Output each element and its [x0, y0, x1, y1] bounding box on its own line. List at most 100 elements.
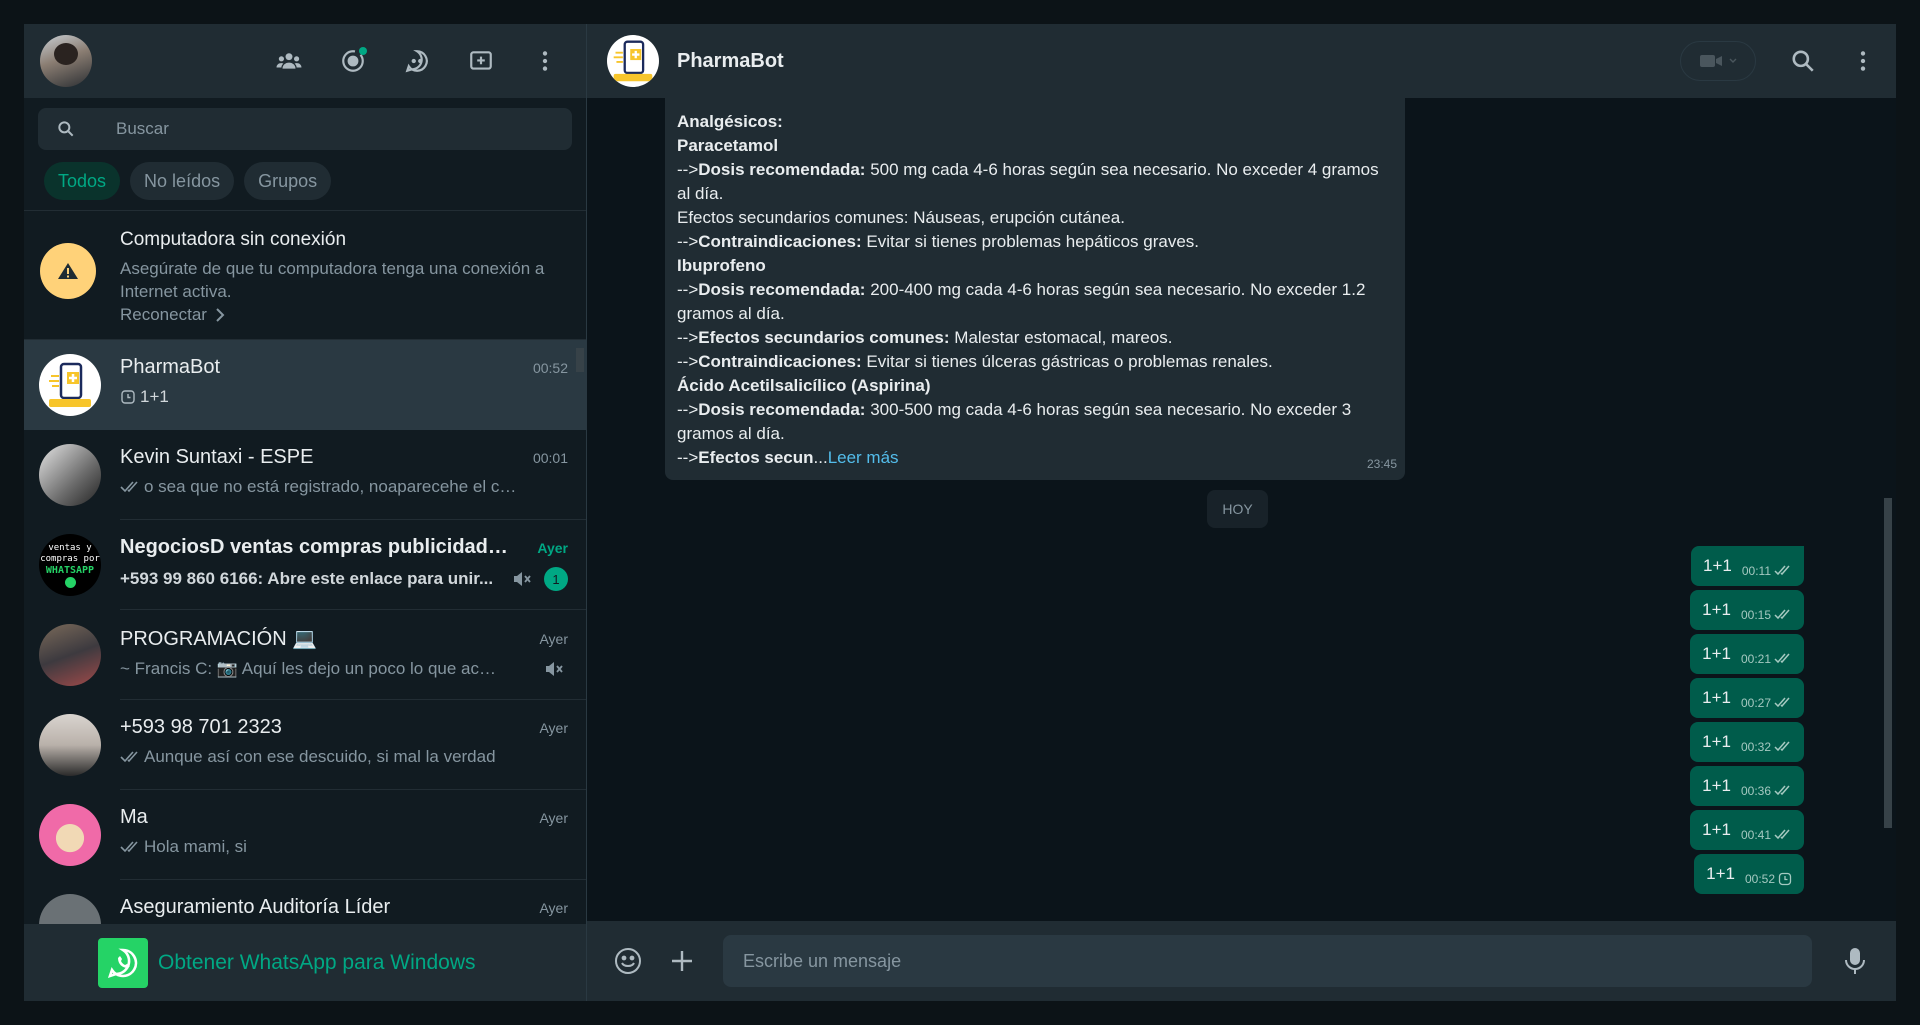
chat-name: NegociosD ventas compras publicidad ...: [120, 536, 510, 558]
chat-time: Ayer: [537, 539, 568, 556]
chat-item-pharmabot[interactable]: PharmaBot 00:52 1+1: [24, 340, 586, 430]
contact-avatar[interactable]: [607, 35, 659, 87]
chat-name: Kevin Suntaxi - ESPE: [120, 446, 314, 468]
outgoing-message[interactable]: 1+1 00:11: [1691, 546, 1804, 586]
clock-icon: [121, 390, 135, 404]
status-icon[interactable]: [340, 47, 367, 74]
reconnect-label: Reconectar: [120, 305, 207, 324]
whatsapp-icon: [64, 576, 76, 588]
message-text: 1+1: [1702, 644, 1731, 663]
message-text: 1+1: [1702, 688, 1731, 707]
search-box[interactable]: [38, 108, 572, 150]
microphone-icon[interactable]: [1838, 944, 1872, 978]
chat-preview: Hola mami, si: [144, 837, 247, 856]
avatar: [39, 354, 101, 416]
sidebar: Todos No leídos Grupos Computadora sin c…: [24, 24, 587, 1001]
chat-name: +593 98 701 2323: [120, 716, 282, 738]
new-chat-icon[interactable]: [468, 48, 494, 74]
drug-name: Paracetamol: [677, 136, 779, 155]
incoming-message[interactable]: Analgésicos: Paracetamol -->Dosis recome…: [665, 98, 1405, 480]
menu-icon[interactable]: [532, 48, 558, 74]
chat-time: Ayer: [539, 899, 568, 916]
reconnect-link[interactable]: Reconectar: [120, 305, 550, 325]
chat-preview: Aunque así con ese descuido, si mal la v…: [144, 747, 496, 766]
message-text: 1+1: [1702, 600, 1731, 619]
chat-preview: 1+1: [140, 387, 169, 406]
chevron-right-icon: [216, 308, 225, 322]
contact-name[interactable]: PharmaBot: [677, 50, 784, 73]
menu-icon[interactable]: [1850, 48, 1876, 74]
outgoing-message[interactable]: 1+1 00:21: [1690, 634, 1804, 674]
outgoing-message[interactable]: 1+1 00:32: [1690, 722, 1804, 762]
chat-item-negociosd[interactable]: ventas y compras por WHATSAPP NegociosD …: [24, 520, 586, 610]
filter-all[interactable]: Todos: [44, 162, 121, 200]
channels-icon[interactable]: [404, 48, 430, 74]
outgoing-message[interactable]: 1+1 00:52: [1694, 854, 1804, 894]
avatar-text-line: WHATSAPP: [45, 564, 95, 576]
search-input[interactable]: [116, 119, 516, 139]
search-icon: [58, 121, 74, 137]
chat-item-programacion[interactable]: PROGRAMACIÓN 💻 Ayer ~ Francis C: 📷 Aquí …: [24, 610, 586, 700]
outgoing-message[interactable]: 1+1 00:36: [1690, 766, 1804, 806]
notice-title: Computadora sin conexión: [120, 229, 347, 250]
chat-time: 00:01: [532, 449, 568, 466]
sidebar-header: [24, 24, 586, 98]
message-input[interactable]: [743, 950, 1792, 972]
contra-label: Contraindicaciones:: [698, 232, 862, 251]
conversation-panel: PharmaBot Analgésicos: Paracetamol -->Do…: [587, 24, 1896, 1001]
message-time: 00:21: [1740, 652, 1771, 666]
chat-preview: +593 99 860 6166: Abre este enlace para …: [120, 569, 494, 588]
attach-plus-icon[interactable]: [665, 944, 699, 978]
chat-name: Ma: [120, 806, 148, 828]
message-time: 00:11: [1741, 564, 1771, 578]
chat-item-ma[interactable]: Ma Ayer Hola mami, si: [24, 790, 586, 880]
outgoing-message[interactable]: 1+1 00:27: [1690, 678, 1804, 718]
arrow-text: -->: [677, 400, 699, 419]
communities-icon[interactable]: [276, 48, 302, 74]
message-time: 00:36: [1740, 784, 1771, 798]
chat-item-kevin[interactable]: Kevin Suntaxi - ESPE 00:01 o sea que no …: [24, 430, 586, 520]
whatsapp-app: Todos No leídos Grupos Computadora sin c…: [24, 24, 1896, 1001]
arrow-text: -->: [677, 352, 699, 371]
efectos-label: Efectos secundarios comunes:: [698, 328, 950, 347]
truncated-label: Efectos secun: [698, 448, 814, 467]
conversation-header[interactable]: PharmaBot: [587, 24, 1896, 98]
chat-item-contact-593[interactable]: +593 98 701 2323 Ayer Aunque así con ese…: [24, 700, 586, 790]
filter-unread[interactable]: No leídos: [130, 162, 235, 200]
profile-avatar[interactable]: [40, 35, 92, 87]
emoji-icon[interactable]: [611, 944, 645, 978]
windows-download-link[interactable]: Obtener WhatsApp para Windows: [158, 951, 475, 975]
message-text: 1+1: [1702, 776, 1731, 795]
date-separator: HOY: [1207, 490, 1268, 528]
message-text: 1+1: [1702, 732, 1731, 751]
message-list: Analgésicos: Paracetamol -->Dosis recome…: [587, 98, 1896, 921]
chat-time: Ayer: [539, 630, 568, 647]
contra-label: Contraindicaciones:: [698, 352, 862, 371]
double-check-icon: [120, 841, 138, 853]
double-check-icon: [1774, 697, 1790, 708]
msg-heading: Analgésicos:: [677, 112, 783, 131]
chat-preview: ~ Francis C: 📷 Aquí les dejo un poco lo …: [120, 659, 500, 678]
double-check-icon: [120, 751, 138, 763]
filter-groups[interactable]: Grupos: [244, 162, 332, 200]
message-time: 00:41: [1740, 828, 1771, 842]
drug-name: Ibuprofeno: [677, 256, 766, 275]
chat-name: PharmaBot: [120, 356, 221, 378]
chat-name: PROGRAMACIÓN 💻: [120, 628, 318, 650]
message-input-box[interactable]: [723, 935, 1812, 987]
efectos-text: Efectos secundarios comunes: Náuseas, er…: [677, 208, 1125, 227]
search-icon[interactable]: [1790, 48, 1816, 74]
windows-download-banner[interactable]: Obtener WhatsApp para Windows: [24, 924, 586, 1001]
message-time: 00:27: [1740, 696, 1771, 710]
video-call-button[interactable]: [1680, 41, 1756, 81]
contra-text: Evitar si tienes problemas hepáticos gra…: [861, 232, 1199, 251]
status-new-dot: [359, 47, 367, 55]
arrow-text: -->: [677, 328, 699, 347]
avatar-text-line: ventas y: [48, 542, 92, 553]
conversation-scrollbar[interactable]: [1884, 498, 1892, 828]
sidebar-scrollbar[interactable]: [576, 348, 584, 372]
outgoing-message[interactable]: 1+1 00:15: [1690, 590, 1804, 630]
double-check-icon: [1774, 829, 1790, 840]
outgoing-message[interactable]: 1+1 00:41: [1690, 810, 1804, 850]
read-more-link[interactable]: Leer más: [828, 448, 899, 467]
